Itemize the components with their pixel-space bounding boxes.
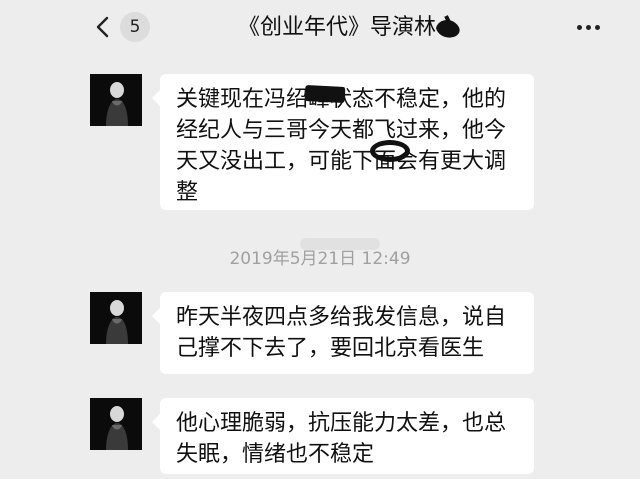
timestamp-smudge <box>300 238 380 250</box>
more-dot <box>585 24 591 30</box>
avatar-image <box>90 74 142 126</box>
chat-header: 5 《创业年代》导演林 <box>0 0 640 56</box>
redaction-circle <box>370 140 410 162</box>
avatar-image <box>90 398 142 450</box>
redaction-mark <box>304 84 346 104</box>
avatar[interactable] <box>90 292 142 344</box>
message-bubble[interactable]: 他心理脆弱，抗压能力太差，也总失眠，情绪也不稳定 <box>152 398 534 474</box>
more-options-button[interactable] <box>568 14 608 40</box>
more-dot <box>594 24 600 30</box>
avatar-image <box>90 292 142 344</box>
redaction-mark <box>436 15 460 38</box>
avatar[interactable] <box>90 398 142 450</box>
message-text: 昨天半夜四点多给我发信息，说自己撑不下去了，要回北京看医生 <box>176 305 507 361</box>
message-bubble[interactable]: 昨天半夜四点多给我发信息，说自己撑不下去了，要回北京看医生 <box>152 292 534 374</box>
message-text: 他心理脆弱，抗压能力太差，也总失眠，情绪也不稳定 <box>176 411 507 467</box>
avatar[interactable] <box>90 74 142 126</box>
chevron-left-icon <box>96 16 109 38</box>
chat-title: 《创业年代》导演林 <box>238 15 437 40</box>
more-dot <box>576 24 582 30</box>
back-button[interactable]: 5 <box>90 10 150 44</box>
message-bubble[interactable]: 关键现在冯绍峰状态不稳定，他的经纪人与三哥今天都飞过来，他今天又没出工，可能下面… <box>152 74 534 210</box>
message-text: 关键现在冯绍峰状态不稳定，他的经纪人与三哥今天都飞过来，他今天又没出工，可能下面… <box>176 87 507 205</box>
unread-count-badge: 5 <box>120 12 150 42</box>
